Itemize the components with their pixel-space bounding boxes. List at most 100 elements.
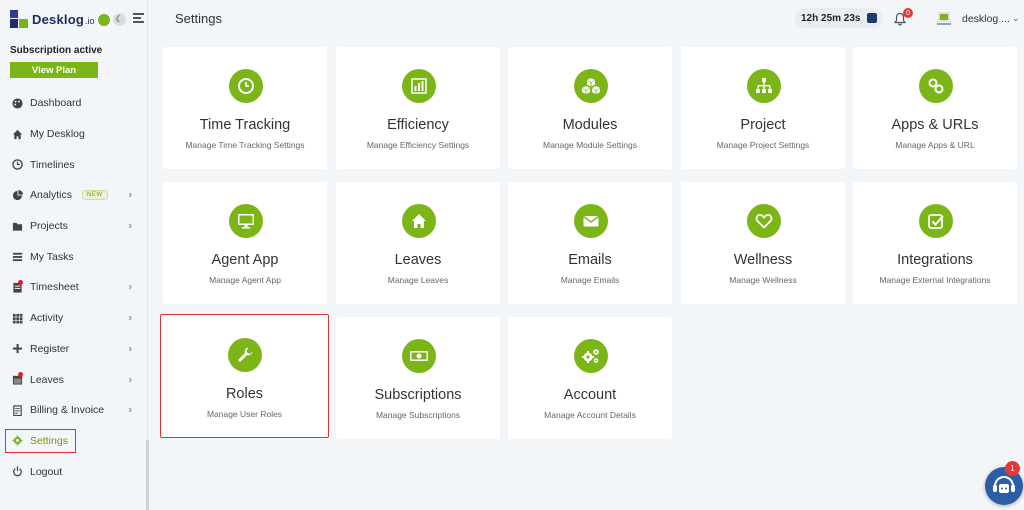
card-project[interactable]: Project Manage Project Settings	[681, 47, 845, 169]
chat-unread-badge: 1	[1005, 461, 1020, 476]
chevron-down-icon[interactable]: ⌄	[1012, 13, 1020, 24]
card-wellness[interactable]: Wellness Manage Wellness	[681, 182, 845, 304]
home-icon	[12, 129, 23, 140]
card-subtitle: Manage User Roles	[206, 409, 283, 419]
sidebar-item-projects[interactable]: Projects ›	[0, 211, 148, 242]
sidebar-item-dashboard[interactable]: Dashboard	[0, 88, 148, 119]
card-title: Efficiency	[387, 117, 449, 133]
card-leaves[interactable]: Leaves Manage Leaves	[336, 182, 500, 304]
card-subtitle: Manage Account Details	[544, 410, 636, 420]
chevron-right-icon: ›	[128, 189, 132, 201]
logo-mark-icon	[10, 10, 28, 28]
card-subtitle: Manage Wellness	[729, 275, 797, 285]
card-title: Modules	[562, 117, 618, 133]
selection-highlight	[5, 429, 76, 453]
brand-logo[interactable]: Desklog .io	[10, 8, 150, 30]
card-title: Time Tracking	[199, 117, 291, 133]
card-subtitle: Manage Emails	[560, 275, 620, 285]
card-time-tracking[interactable]: Time Tracking Manage Time Tracking Setti…	[163, 47, 327, 169]
sidebar-item-label: Projects	[30, 220, 68, 233]
link-icon	[919, 69, 953, 103]
card-emails[interactable]: Emails Manage Emails	[508, 182, 672, 304]
card-subtitle: Manage Subscriptions	[375, 410, 461, 420]
chevron-right-icon: ›	[128, 220, 132, 232]
palette-icon	[12, 98, 23, 109]
sidebar-scrollbar[interactable]	[146, 440, 149, 510]
bar-chart-icon	[402, 69, 436, 103]
sidebar-item-leaves[interactable]: Leaves ›	[0, 364, 148, 395]
card-roles[interactable]: Roles Manage User Roles	[160, 314, 329, 438]
money-icon	[402, 339, 436, 373]
sidebar-item-timesheet[interactable]: Timesheet ›	[0, 272, 148, 303]
sidebar-item-timelines[interactable]: Timelines	[0, 149, 148, 180]
theme-toggle[interactable]: ☾	[98, 13, 126, 26]
avatar[interactable]	[935, 10, 953, 28]
sidebar-item-label: Timelines	[30, 158, 75, 171]
card-modules[interactable]: Modules Manage Module Settings	[508, 47, 672, 169]
light-mode-icon[interactable]	[98, 13, 110, 26]
card-apps-urls[interactable]: Apps & URLs Manage Apps & URL	[853, 47, 1017, 169]
user-name[interactable]: desklog ...	[962, 13, 1010, 25]
pie-chart-icon	[12, 189, 23, 201]
card-subtitle: Manage Leaves	[387, 275, 449, 285]
cubes-icon	[574, 69, 608, 103]
checkbox-icon	[919, 204, 953, 238]
card-title: Account	[563, 387, 617, 403]
gears-icon	[574, 339, 608, 373]
notification-count-badge: 0	[903, 8, 913, 18]
view-plan-button[interactable]: View Plan	[10, 62, 98, 78]
dark-mode-icon[interactable]: ☾	[113, 13, 126, 26]
stop-icon[interactable]	[867, 13, 877, 23]
sidebar: Desklog .io ☾ Subscription active View P…	[0, 0, 150, 510]
sidebar-item-label: Dashboard	[30, 97, 82, 110]
card-account[interactable]: Account Manage Account Details	[508, 317, 672, 439]
card-title: Agent App	[211, 252, 279, 268]
card-efficiency[interactable]: Efficiency Manage Efficiency Settings	[336, 47, 500, 169]
sidebar-item-logout[interactable]: Logout	[0, 456, 148, 487]
page-title: Settings	[175, 11, 222, 26]
heart-icon	[747, 204, 781, 238]
card-title: Subscriptions	[374, 387, 462, 403]
envelope-icon	[574, 204, 608, 238]
tracking-timer[interactable]: 12h 25m 23s	[795, 8, 883, 28]
sidebar-item-label: Analytics	[30, 189, 73, 202]
sidebar-item-activity[interactable]: Activity ›	[0, 303, 148, 334]
card-title: Apps & URLs	[891, 117, 979, 133]
card-title: Roles	[225, 386, 264, 402]
sidebar-item-label: Register	[30, 342, 70, 355]
card-subtitle: Manage Module Settings	[542, 140, 638, 150]
invoice-icon	[12, 405, 23, 416]
sidebar-item-analytics[interactable]: Analytics NEW ›	[0, 180, 148, 211]
grid-icon	[12, 313, 23, 324]
clock-icon	[12, 159, 23, 170]
card-title: Integrations	[897, 252, 973, 268]
plus-icon	[12, 343, 23, 354]
sidebar-item-my-desklog[interactable]: My Desklog	[0, 119, 148, 150]
card-subtitle: Manage Efficiency Settings	[366, 140, 470, 150]
card-subtitle: Manage Time Tracking Settings	[185, 140, 305, 150]
sidebar-item-label: Leaves	[30, 373, 64, 386]
brand-name: Desklog	[32, 11, 84, 27]
chevron-right-icon: ›	[128, 343, 132, 355]
sidebar-item-my-tasks[interactable]: My Tasks	[0, 241, 148, 272]
card-title: Wellness	[733, 252, 793, 268]
sitemap-icon	[747, 69, 781, 103]
card-agent-app[interactable]: Agent App Manage Agent App	[163, 182, 327, 304]
chevron-right-icon: ›	[128, 312, 132, 324]
sidebar-item-billing-invoice[interactable]: Billing & Invoice ›	[0, 395, 148, 426]
power-icon	[12, 466, 23, 477]
monitor-icon	[229, 204, 263, 238]
card-integrations[interactable]: Integrations Manage External Integration…	[853, 182, 1017, 304]
chevron-right-icon: ›	[128, 404, 132, 416]
menu-collapse-icon[interactable]	[133, 13, 144, 23]
clock-icon	[229, 69, 263, 103]
card-subtitle: Manage Agent App	[209, 275, 281, 285]
sidebar-item-register[interactable]: Register ›	[0, 334, 148, 365]
card-title: Leaves	[394, 252, 442, 268]
card-subtitle: Manage External Integrations	[879, 275, 991, 285]
card-subtitle: Manage Project Settings	[716, 140, 810, 150]
card-subtitle: Manage Apps & URL	[895, 140, 975, 150]
sidebar-item-label: Billing & Invoice	[30, 404, 105, 417]
sidebar-item-label: Activity	[30, 312, 64, 325]
card-subscriptions[interactable]: Subscriptions Manage Subscriptions	[336, 317, 500, 439]
